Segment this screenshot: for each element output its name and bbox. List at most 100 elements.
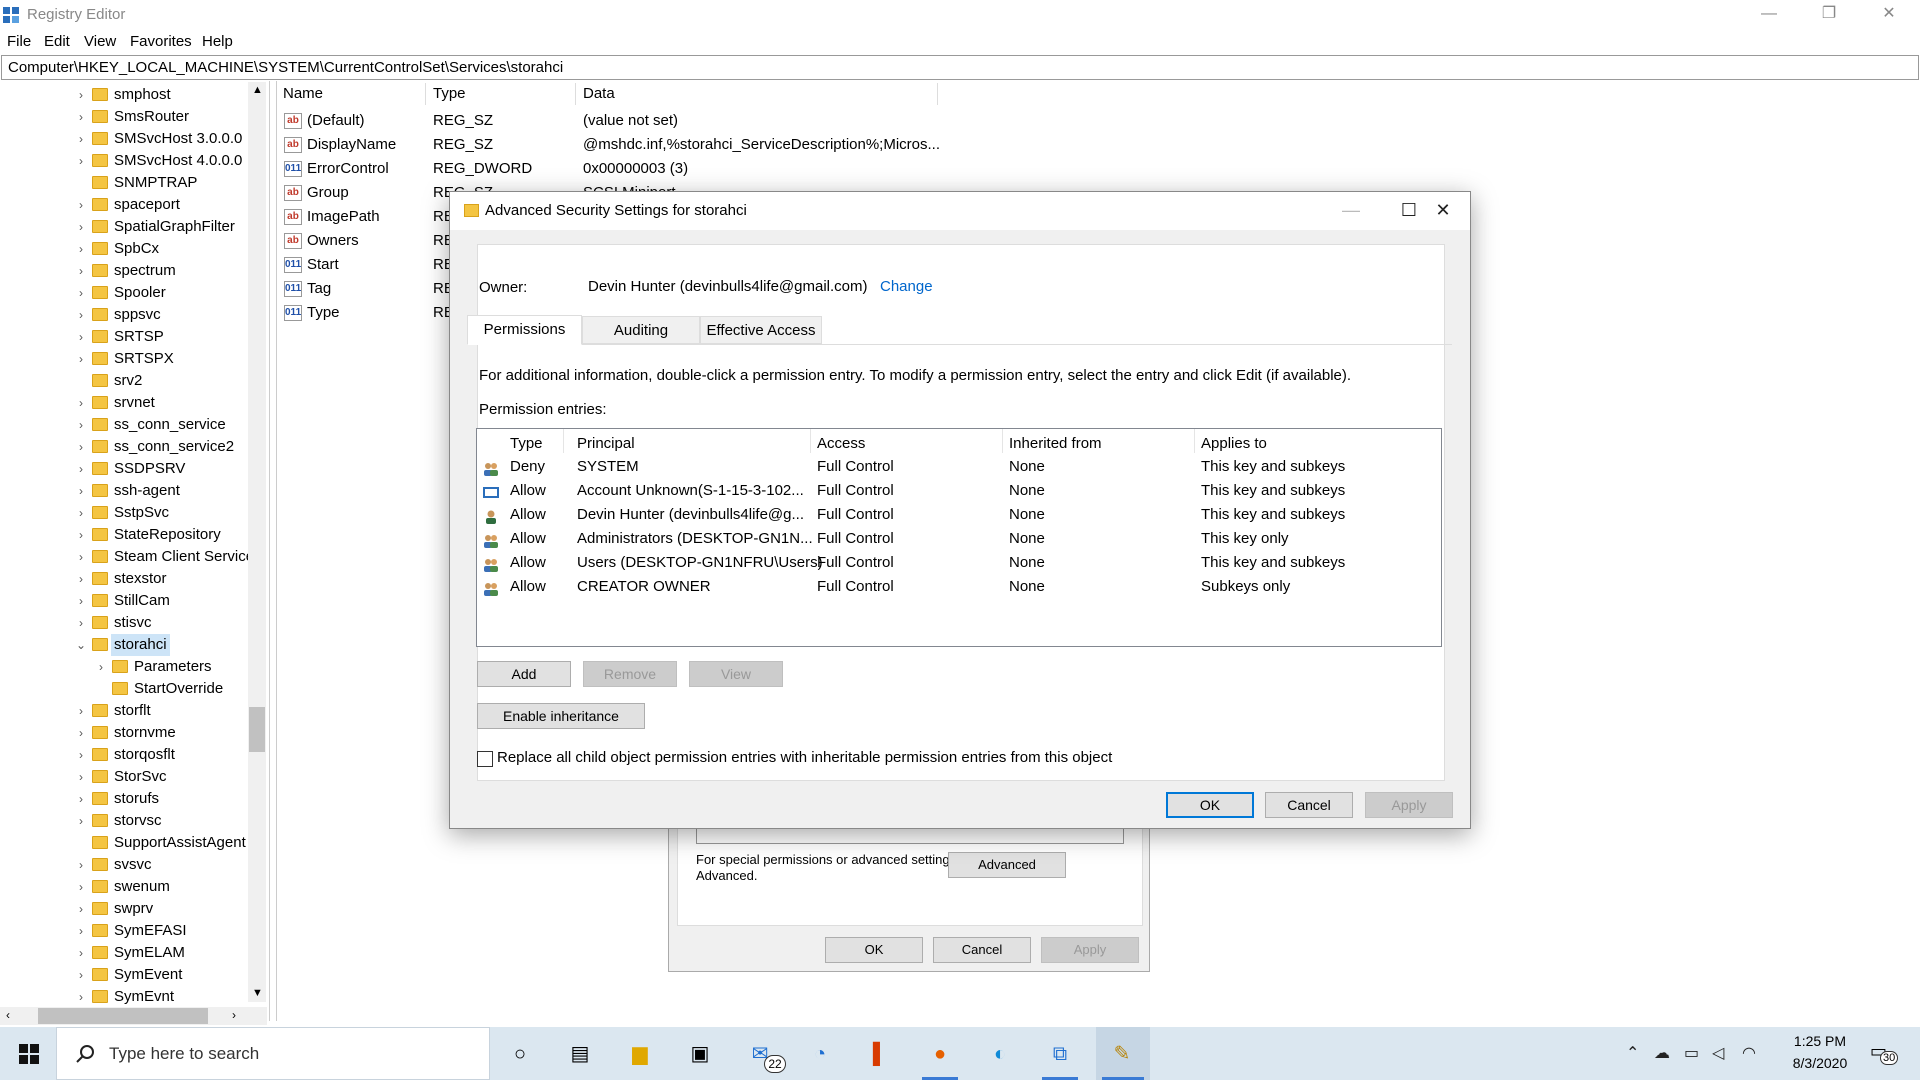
restore-button[interactable]: ❐ (1806, 0, 1852, 30)
expand-chevron-icon[interactable]: › (95, 656, 107, 678)
tree-item[interactable]: › ss_conn_service (0, 414, 250, 436)
registry-tree[interactable]: › smphost › SmsRouter › SMSvcHost 3.0.0.0 › SMS… (0, 81, 270, 1021)
tab-permissions[interactable]: Permissions (467, 315, 582, 345)
expand-chevron-icon[interactable]: › (75, 700, 87, 722)
expand-chevron-icon[interactable]: › (75, 436, 87, 458)
value-row[interactable]: 011 ErrorControl REG_DWORD 0x00000003 (3) (281, 157, 921, 181)
tree-item[interactable]: › sppsvc (0, 304, 250, 326)
tree-item[interactable]: › Spooler (0, 282, 250, 304)
column-divider[interactable] (575, 83, 576, 105)
tree-item[interactable]: › SymEvnt (0, 986, 250, 1008)
tree-item[interactable]: › storflt (0, 700, 250, 722)
permission-entry[interactable]: Allow Devin Hunter (devinbulls4life@g... F… (477, 503, 1441, 527)
tree-item[interactable]: › SstpSvc (0, 502, 250, 524)
column-divider[interactable] (1002, 429, 1003, 453)
expand-chevron-icon[interactable]: › (75, 348, 87, 370)
permission-entry[interactable]: Allow CREATOR OWNER Full Control None Subkey… (477, 575, 1441, 599)
tree-item[interactable]: › SRTSPX (0, 348, 250, 370)
tree-item[interactable]: › SMSvcHost 3.0.0.0 (0, 128, 250, 150)
expand-chevron-icon[interactable]: › (75, 590, 87, 612)
tree-item[interactable]: SNMPTRAP (0, 172, 250, 194)
tree-item[interactable]: ⌄ storahci (0, 634, 250, 656)
tree-item[interactable]: › swenum (0, 876, 250, 898)
expand-chevron-icon[interactable]: › (75, 194, 87, 216)
wifi-icon[interactable]: ◠ (1742, 1043, 1756, 1063)
expand-chevron-icon[interactable]: › (75, 898, 87, 920)
tree-item[interactable]: › stornvme (0, 722, 250, 744)
permission-entry[interactable]: Allow Users (DESKTOP-GN1NFRU\Users) Full C… (477, 551, 1441, 575)
tree-item[interactable]: › StorSvc (0, 766, 250, 788)
tree-item[interactable]: › StateRepository (0, 524, 250, 546)
column-divider[interactable] (937, 83, 938, 105)
cancel-button[interactable]: Cancel (1265, 792, 1353, 818)
value-row[interactable]: ab (Default) REG_SZ (value not set) (281, 109, 921, 133)
tree-horizontal-scrollbar[interactable]: ‹ › (0, 1007, 267, 1025)
tree-item[interactable]: › stexstor (0, 568, 250, 590)
column-divider[interactable] (1194, 429, 1195, 453)
expand-chevron-icon[interactable]: › (75, 854, 87, 876)
scroll-left-icon[interactable]: ‹ (6, 1008, 10, 1022)
expand-chevron-icon[interactable]: › (75, 964, 87, 986)
expand-chevron-icon[interactable]: › (75, 282, 87, 304)
tree-item[interactable]: › SMSvcHost 4.0.0.0 (0, 150, 250, 172)
tree-item[interactable]: › Steam Client Service (0, 546, 254, 568)
expand-chevron-icon[interactable]: › (75, 84, 87, 106)
clock-time[interactable]: 1:25 PM (1780, 1033, 1860, 1049)
tree-item[interactable]: › SpatialGraphFilter (0, 216, 250, 238)
expand-chevron-icon[interactable]: › (75, 612, 87, 634)
change-owner-link[interactable]: Change (880, 278, 933, 295)
tree-item[interactable]: › SSDPSRV (0, 458, 250, 480)
address-bar[interactable]: Computer\HKEY_LOCAL_MACHINE\SYSTEM\Curre… (1, 55, 1919, 80)
col-applies[interactable]: Applies to (1201, 435, 1267, 452)
scroll-up-icon[interactable]: ▲ (252, 84, 263, 96)
messenger-icon[interactable]: ◔ (806, 1040, 834, 1068)
expand-chevron-icon[interactable]: › (75, 414, 87, 436)
expand-chevron-icon[interactable]: › (75, 106, 87, 128)
tree-item[interactable]: › spectrum (0, 260, 250, 282)
menu-view[interactable]: View (84, 33, 116, 50)
tree-item[interactable]: › swprv (0, 898, 250, 920)
firefox-icon[interactable]: ● (926, 1040, 954, 1068)
value-row[interactable]: ab DisplayName REG_SZ @mshdc.inf,%storahci_… (281, 133, 940, 157)
tree-item[interactable]: › stisvc (0, 612, 250, 634)
tree-item[interactable]: › storvsc (0, 810, 250, 832)
notification-center-icon[interactable]: ▭ 30 (1870, 1041, 1899, 1067)
menu-help[interactable]: Help (202, 33, 233, 50)
edge-icon[interactable]: ◐ (986, 1040, 1014, 1068)
regedit-taskbar-icon[interactable]: ⧉ (1046, 1040, 1074, 1068)
back-cancel-button[interactable]: Cancel (933, 937, 1031, 963)
expand-chevron-icon[interactable]: › (75, 788, 87, 810)
show-hidden-icons-icon[interactable]: ⌃ (1626, 1043, 1639, 1063)
onedrive-icon[interactable]: ☁ (1654, 1043, 1670, 1063)
expand-chevron-icon[interactable]: › (75, 810, 87, 832)
enable-inheritance-button[interactable]: Enable inheritance (477, 703, 645, 729)
expand-chevron-icon[interactable]: › (75, 568, 87, 590)
expand-chevron-icon[interactable]: › (75, 216, 87, 238)
hscroll-thumb[interactable] (38, 1008, 208, 1024)
tree-item[interactable]: StartOverride (0, 678, 250, 700)
expand-chevron-icon[interactable]: › (75, 260, 87, 282)
file-explorer-icon[interactable]: ▆ (626, 1040, 654, 1068)
expand-chevron-icon[interactable]: › (75, 238, 87, 260)
expand-chevron-icon[interactable]: › (75, 458, 87, 480)
expand-chevron-icon[interactable]: › (75, 392, 87, 414)
expand-chevron-icon[interactable]: › (75, 920, 87, 942)
tree-item[interactable]: › ss_conn_service2 (0, 436, 250, 458)
col-type[interactable]: Type (510, 435, 543, 452)
clock-date[interactable]: 8/3/2020 (1780, 1055, 1860, 1071)
col-inherited[interactable]: Inherited from (1009, 435, 1102, 452)
tree-item[interactable]: › ssh-agent (0, 480, 250, 502)
permission-entry[interactable]: Allow Account Unknown(S-1-15-3-102... Full… (477, 479, 1441, 503)
column-divider[interactable] (810, 429, 811, 453)
menu-file[interactable]: File (7, 33, 31, 50)
permission-entries-list[interactable]: Type Principal Access Inherited from App… (476, 428, 1442, 647)
dialog-close-button[interactable]: ✕ (1414, 192, 1472, 230)
start-button[interactable] (0, 1027, 56, 1080)
expand-chevron-icon[interactable]: › (75, 766, 87, 788)
expand-chevron-icon[interactable]: › (75, 546, 87, 568)
back-ok-button[interactable]: OK (825, 937, 923, 963)
minimize-button[interactable]: — (1746, 0, 1792, 30)
expand-chevron-icon[interactable]: › (75, 942, 87, 964)
column-divider[interactable] (563, 429, 564, 453)
add-button[interactable]: Add (477, 661, 571, 687)
